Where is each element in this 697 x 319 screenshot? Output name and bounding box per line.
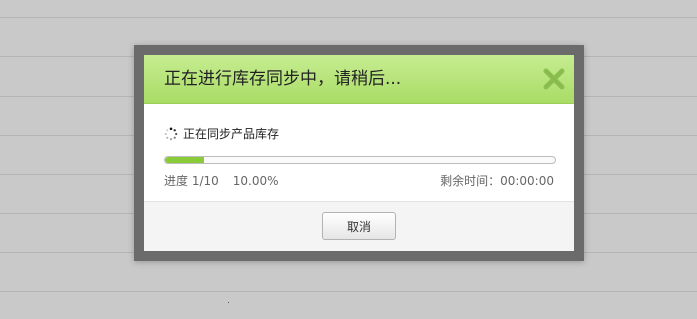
progress-count: 进度 1/10 — [164, 174, 219, 188]
sync-dialog: 正在进行库存同步中，请稍后... 正在同步产品库存 进度 1/10 10.00%… — [144, 55, 574, 251]
loading-spinner-icon — [164, 127, 178, 141]
sync-dialog-frame: 正在进行库存同步中，请稍后... 正在同步产品库存 进度 1/10 10.00%… — [134, 45, 584, 261]
remaining-time-label: 剩余时间： — [440, 174, 501, 188]
progress-percent: 10.00% — [232, 174, 279, 188]
close-x-icon — [543, 68, 565, 90]
status-row: 正在同步产品库存 — [164, 126, 279, 142]
progress-info: 进度 1/10 10.00% — [164, 172, 279, 189]
remaining-time: 剩余时间：00:00:00 — [440, 172, 554, 189]
dialog-body: 正在同步产品库存 进度 1/10 10.00% 剩余时间：00:00:00 — [144, 104, 574, 202]
dialog-header: 正在进行库存同步中，请稍后... — [144, 55, 574, 104]
dialog-title: 正在进行库存同步中，请稍后... — [164, 69, 402, 89]
dialog-footer: 取消 — [144, 201, 574, 251]
background-stripe — [0, 17, 697, 18]
background-stripe — [0, 291, 697, 292]
remaining-time-value: 00:00:00 — [500, 174, 554, 188]
close-button[interactable] — [542, 67, 566, 91]
status-text: 正在同步产品库存 — [183, 127, 280, 141]
cancel-button[interactable]: 取消 — [322, 212, 396, 240]
background-dot — [228, 302, 229, 303]
progress-bar — [164, 156, 556, 164]
progress-bar-fill — [165, 157, 204, 163]
